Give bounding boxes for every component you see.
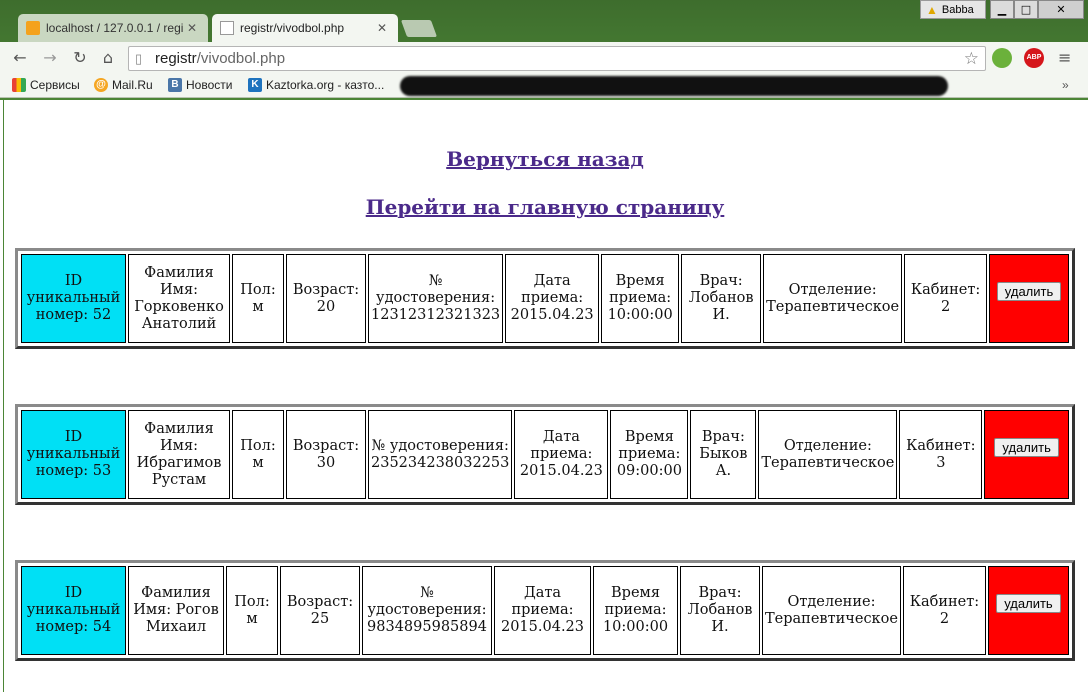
delete-button[interactable]: удалить (994, 438, 1059, 457)
tab-vivodbol[interactable]: registr/vivodbol.php ✕ (212, 14, 398, 42)
mailru-icon: @ (94, 78, 108, 92)
delete-button[interactable]: удалить (996, 594, 1061, 613)
sex-cell: Пол: м (226, 566, 278, 655)
room-cell: Кабинет: 2 (902, 566, 986, 655)
page-favicon-icon (220, 21, 234, 35)
bookmark-mailru[interactable]: @ Mail.Ru (94, 78, 153, 92)
date-cell: Дата приема: 2015.04.23 (514, 410, 609, 499)
tab-title: localhost / 127.0.0.1 / regi (46, 21, 184, 35)
forward-arrow-icon[interactable]: → (40, 48, 60, 68)
patient-record: ID уникальный номер: 52 Фамилия Имя: Гор… (15, 248, 1075, 349)
back-link[interactable]: Вернуться назад (4, 147, 1086, 171)
cert-cell: № удостоверения: 9834895985894 (362, 566, 492, 655)
delete-cell: удалить (984, 410, 1069, 499)
id-cell: ID уникальный номер: 53 (21, 410, 126, 499)
apps-grid-icon (12, 78, 26, 92)
tab-close-icon[interactable]: ✕ (186, 21, 198, 35)
more-bookmarks-icon[interactable]: » (1062, 78, 1069, 92)
redacted-bookmarks (400, 76, 948, 96)
dept-cell: Отделение: Терапевтическое (758, 410, 898, 499)
page-icon: ▯ (135, 50, 143, 66)
cert-cell: № удостоверения: 235234238032253 (368, 410, 513, 499)
record-table: ID уникальный номер: 52 Фамилия Имя: Гор… (19, 252, 1071, 345)
home-link[interactable]: Перейти на главную страницу (4, 195, 1086, 219)
delete-cell: удалить (989, 254, 1069, 343)
id-cell: ID уникальный номер: 54 (21, 566, 126, 655)
delete-button[interactable]: удалить (996, 282, 1062, 301)
age-cell: Возраст: 25 (280, 566, 360, 655)
date-cell: Дата приема: 2015.04.23 (494, 566, 591, 655)
browser-toolbar: ← → ↻ ⌂ ▯ registr/vivodbol.php ☆ ABP ≡ (0, 42, 1088, 74)
title-bar: localhost / 127.0.0.1 / regi ✕ registr/v… (0, 0, 1088, 42)
kaztorka-icon: K (248, 78, 262, 92)
dept-cell: Отделение: Терапевтическое (762, 566, 901, 655)
room-cell: Кабинет: 2 (904, 254, 988, 343)
age-cell: Возраст: 30 (286, 410, 366, 499)
patient-record: ID уникальный номер: 53 Фамилия Имя: Ибр… (15, 404, 1075, 505)
bookmark-services[interactable]: Сервисы (12, 78, 80, 92)
dept-cell: Отделение: Терапевтическое (763, 254, 903, 343)
profile-badge[interactable]: ▲ Babba (920, 0, 986, 19)
vk-icon: В (168, 78, 182, 92)
delete-cell: удалить (987, 566, 1069, 655)
tab-phpmyadmin[interactable]: localhost / 127.0.0.1 / regi ✕ (18, 14, 208, 42)
new-tab-button[interactable] (400, 20, 438, 37)
minimize-button[interactable]: ▁ (990, 0, 1014, 19)
tab-title: registr/vivodbol.php (240, 21, 345, 35)
room-cell: Кабинет: 3 (899, 410, 983, 499)
bookmark-label: Mail.Ru (112, 78, 153, 92)
warning-icon: ▲ (926, 2, 938, 17)
name-cell: Фамилия Имя: Горковенко Анатолий (128, 254, 230, 343)
bookmark-label: Сервисы (30, 78, 80, 92)
id-cell: ID уникальный номер: 52 (21, 254, 126, 343)
adblock-plus-icon[interactable]: ABP (1024, 48, 1044, 68)
url-path: /vivodbol.php (196, 50, 286, 67)
bookmark-news[interactable]: В Новости (168, 78, 232, 92)
doctor-cell: Врач: Лобанов И. (681, 254, 762, 343)
extension-bug-icon[interactable] (992, 48, 1012, 68)
sex-cell: Пол: м (232, 410, 284, 499)
bookmark-star-icon[interactable]: ☆ (964, 49, 979, 69)
back-arrow-icon[interactable]: ← (10, 48, 30, 68)
browser-chrome: localhost / 127.0.0.1 / regi ✕ registr/v… (0, 0, 1088, 100)
doctor-cell: Врач: Быков А. (690, 410, 757, 499)
bookmark-label: Новости (186, 78, 233, 92)
time-cell: Время приема: 09:00:00 (610, 410, 689, 499)
close-window-button[interactable]: ✕ (1038, 0, 1084, 19)
age-cell: Возраст: 20 (286, 254, 366, 343)
home-icon[interactable]: ⌂ (98, 48, 118, 68)
name-cell: Фамилия Имя: Ибрагимов Рустам (128, 410, 230, 499)
sex-cell: Пол: м (232, 254, 284, 343)
record-table: ID уникальный номер: 53 Фамилия Имя: Ибр… (19, 408, 1071, 501)
menu-icon[interactable]: ≡ (1058, 48, 1071, 67)
address-bar[interactable]: ▯ registr/vivodbol.php ☆ (128, 46, 986, 71)
profile-name: Babba (941, 3, 974, 16)
patient-record: ID уникальный номер: 54 Фамилия Имя: Рог… (15, 560, 1075, 661)
bookmark-kaztorka[interactable]: K Kaztorka.org - казто... (248, 78, 384, 92)
time-cell: Время приема: 10:00:00 (593, 566, 678, 655)
tab-close-icon[interactable]: ✕ (376, 21, 388, 35)
date-cell: Дата приема: 2015.04.23 (505, 254, 600, 343)
reload-icon[interactable]: ↻ (70, 48, 90, 68)
page-content: Вернуться назад Перейти на главную стран… (3, 100, 1085, 692)
url-host: registr (155, 50, 197, 67)
cert-cell: № удостоверения: 12312312321323 (368, 254, 504, 343)
bookmark-label: Kaztorka.org - казто... (266, 78, 385, 92)
maximize-button[interactable]: □ (1014, 0, 1038, 19)
name-cell: Фамилия Имя: Рогов Михаил (128, 566, 224, 655)
time-cell: Время приема: 10:00:00 (601, 254, 680, 343)
record-table: ID уникальный номер: 54 Фамилия Имя: Рог… (19, 564, 1071, 657)
doctor-cell: Врач: Лобанов И. (680, 566, 760, 655)
phpmyadmin-favicon-icon (26, 21, 40, 35)
